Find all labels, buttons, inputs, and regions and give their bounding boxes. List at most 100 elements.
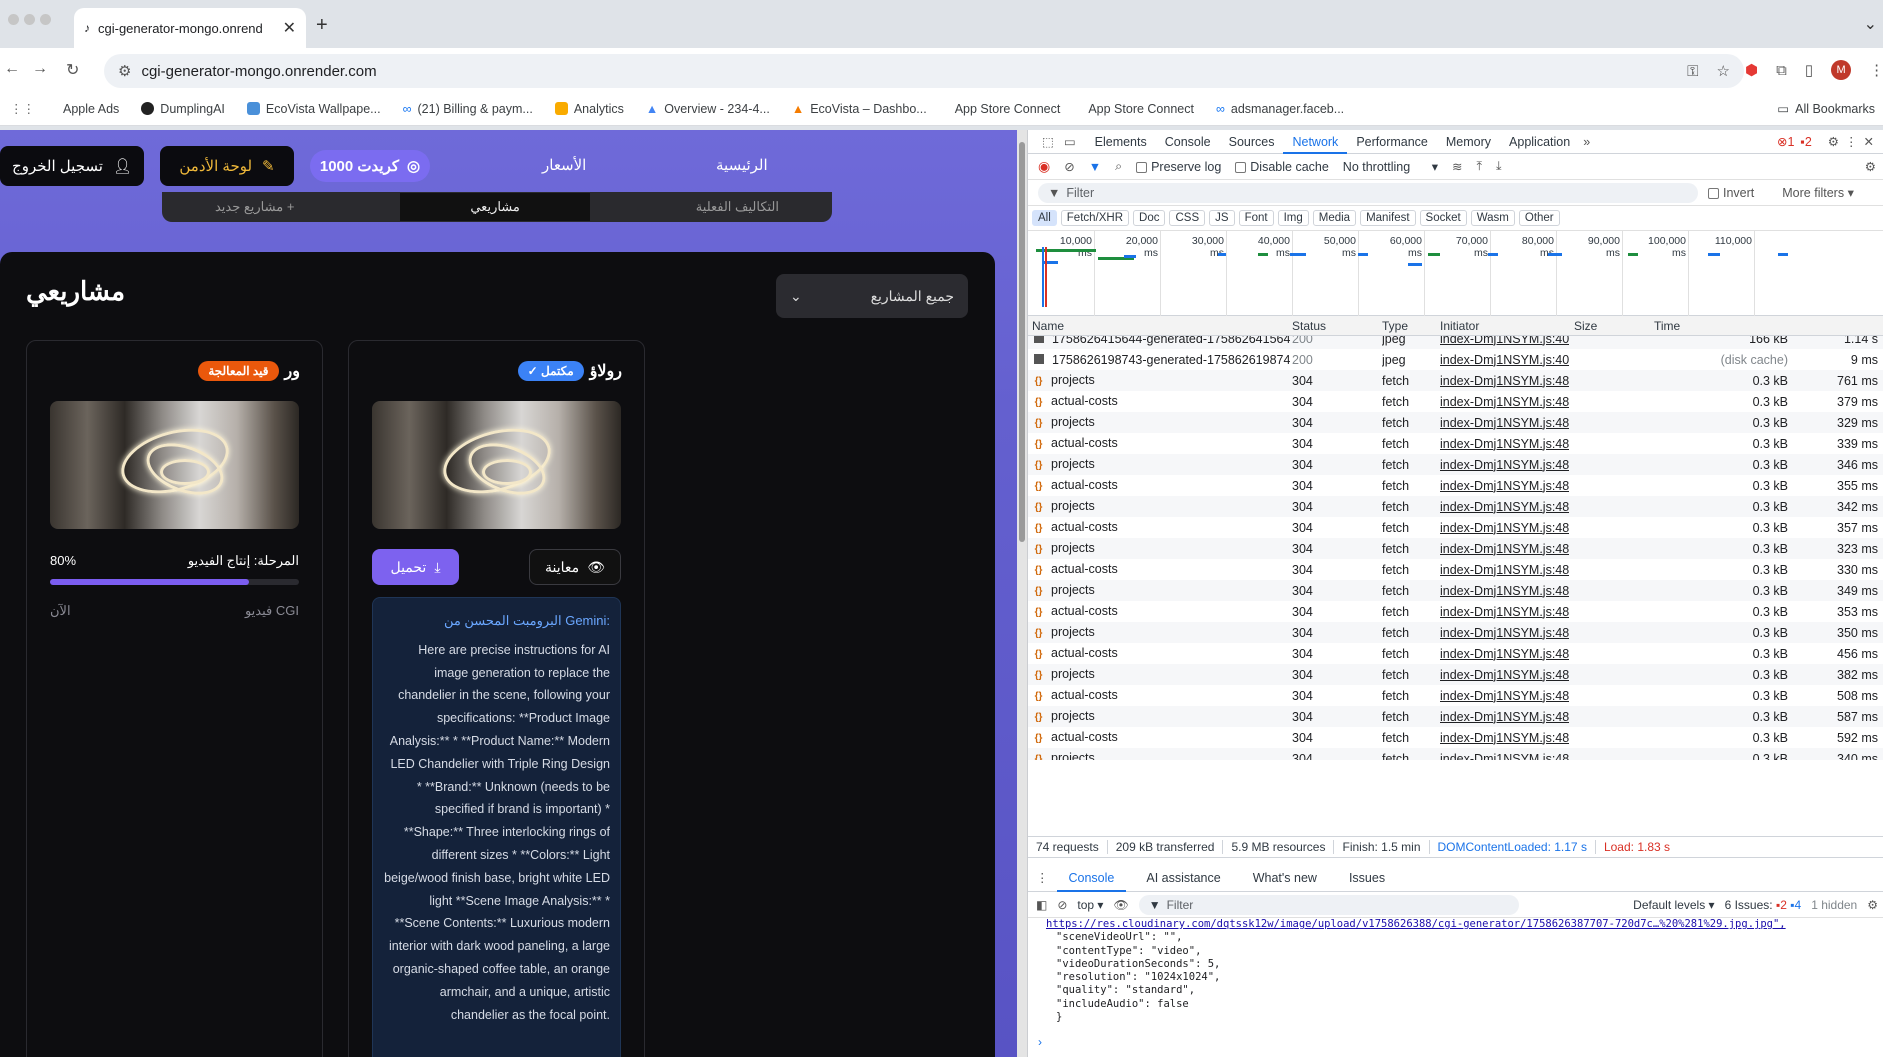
resource-type-filter[interactable]: Socket: [1419, 210, 1467, 226]
request-row[interactable]: {} actual-costs 304 fetch index-Dmj1NSYM.js:…: [1028, 391, 1883, 412]
initiator-link[interactable]: index-Dmj1NSYM.js:48: [1440, 479, 1569, 493]
network-timeline[interactable]: 10,000 ms 20,000 ms 30,000 ms 40,000 ms 50,0…: [1028, 230, 1883, 317]
page-scrollbar[interactable]: [1017, 130, 1027, 1057]
record-icon[interactable]: ◉: [1038, 158, 1050, 175]
reload-icon[interactable]: ↻: [66, 60, 79, 80]
network-filter-input[interactable]: ▼ Filter: [1038, 182, 1698, 203]
request-row[interactable]: {} projects 304 fetch index-Dmj1NSYM.js:48 0.…: [1028, 370, 1883, 391]
initiator-link[interactable]: index-Dmj1NSYM.js:48: [1440, 647, 1569, 661]
initiator-link[interactable]: index-Dmj1NSYM.js:48: [1440, 416, 1569, 430]
devtools-tab[interactable]: Application: [1500, 130, 1579, 154]
extension-shield-icon[interactable]: ⬢: [1745, 61, 1758, 79]
initiator-link[interactable]: index-Dmj1NSYM.js:48: [1440, 437, 1569, 451]
device-toolbar-icon[interactable]: ▭: [1064, 134, 1076, 149]
window-close-dot[interactable]: [8, 14, 19, 25]
window-minimize-dot[interactable]: [24, 14, 35, 25]
preview-button[interactable]: معاينة 👁︎: [529, 549, 621, 585]
more-filters-button[interactable]: More filters ▾: [1782, 185, 1854, 200]
devtools-tab[interactable]: Network: [1283, 130, 1348, 154]
bookmark-item[interactable]: ▲ Overview - 234-4...: [646, 102, 770, 116]
initiator-link[interactable]: index-Dmj1NSYM.js:48: [1440, 689, 1569, 703]
resource-type-filter[interactable]: Img: [1277, 210, 1309, 226]
window-zoom-dot[interactable]: [40, 14, 51, 25]
request-row[interactable]: 1758626415644-generated-1758626415644.pn…: [1028, 336, 1883, 349]
request-row[interactable]: {} actual-costs 304 fetch index-Dmj1NSYM.js:…: [1028, 601, 1883, 622]
project-thumbnail[interactable]: [372, 401, 621, 529]
initiator-link[interactable]: index-Dmj1NSYM.js:48: [1440, 668, 1569, 682]
console-settings-icon[interactable]: ⚙: [1867, 898, 1883, 912]
resource-type-filter[interactable]: Manifest: [1360, 210, 1416, 226]
live-expression-icon[interactable]: 👁︎: [1113, 898, 1128, 912]
resource-type-filter[interactable]: Fetch/XHR: [1060, 210, 1130, 226]
request-row[interactable]: {} projects 304 fetch index-Dmj1NSYM.js:48 0.…: [1028, 706, 1883, 727]
initiator-link[interactable]: index-Dmj1NSYM.js:48: [1440, 521, 1569, 535]
back-icon[interactable]: ←: [4, 60, 20, 78]
nav-home-link[interactable]: الرئيسية: [716, 156, 768, 174]
bookmark-item[interactable]: App Store Connect: [1082, 102, 1194, 116]
initiator-link[interactable]: index-Dmj1NSYM.js:48: [1440, 458, 1569, 472]
initiator-link[interactable]: index-Dmj1NSYM.js:48: [1440, 731, 1569, 745]
request-row[interactable]: {} actual-costs 304 fetch index-Dmj1NSYM.js:…: [1028, 559, 1883, 580]
tab-my-projects[interactable]: مشاريعي: [400, 193, 590, 221]
request-row[interactable]: 1758626198743-generated-1758626198743.pn…: [1028, 349, 1883, 370]
request-row[interactable]: {} projects 304 fetch index-Dmj1NSYM.js:48 0.…: [1028, 496, 1883, 517]
column-header-status[interactable]: Status: [1292, 319, 1388, 333]
settings-gear-icon[interactable]: ⚙: [1828, 134, 1839, 149]
bookmark-item[interactable]: Apple Ads: [57, 102, 119, 116]
request-row[interactable]: {} projects 304 fetch index-Dmj1NSYM.js:48 0.…: [1028, 622, 1883, 643]
apps-grid-icon[interactable]: ⋮⋮: [10, 101, 35, 116]
column-header-name[interactable]: Name: [1032, 319, 1292, 333]
request-row[interactable]: {} actual-costs 304 fetch index-Dmj1NSYM.js:…: [1028, 433, 1883, 454]
drawer-tab[interactable]: What's new: [1241, 864, 1329, 892]
bookmark-item[interactable]: EcoVista Wallpape...: [246, 102, 381, 116]
extensions-icon[interactable]: ⧉: [1776, 62, 1787, 79]
devtools-menu-icon[interactable]: ⋮: [1845, 134, 1858, 149]
initiator-link[interactable]: index-Dmj1NSYM.js:48: [1440, 500, 1569, 514]
initiator-link[interactable]: index-Dmj1NSYM.js:48: [1440, 563, 1569, 577]
warning-count[interactable]: ▪2: [1800, 135, 1811, 149]
project-thumbnail[interactable]: [50, 401, 299, 529]
devtools-tab[interactable]: Sources: [1220, 130, 1284, 154]
initiator-link[interactable]: index-Dmj1NSYM.js:40: [1440, 353, 1569, 367]
resource-type-filter[interactable]: Media: [1312, 210, 1357, 226]
devtools-tab[interactable]: Console: [1156, 130, 1220, 154]
bookmark-item[interactable]: App Store Connect: [949, 102, 1061, 116]
tab-new-project[interactable]: مشاريع جديد +: [215, 199, 294, 215]
sidebar-toggle-icon[interactable]: ◧: [1036, 898, 1047, 912]
column-header-time[interactable]: Time: [1654, 319, 1734, 333]
resource-type-filter[interactable]: Font: [1238, 210, 1274, 226]
request-row[interactable]: {} projects 304 fetch index-Dmj1NSYM.js:48 0.…: [1028, 454, 1883, 475]
more-tabs-icon[interactable]: »: [1583, 135, 1590, 149]
devtools-tab[interactable]: Memory: [1437, 130, 1500, 154]
console-filter-input[interactable]: ▼ Filter: [1138, 894, 1519, 915]
request-row[interactable]: {} actual-costs 304 fetch index-Dmj1NSYM.js:…: [1028, 727, 1883, 748]
drawer-tab[interactable]: Issues: [1337, 864, 1397, 892]
export-har-icon[interactable]: ⤓: [1496, 159, 1502, 174]
request-row[interactable]: {} projects 304 fetch index-Dmj1NSYM.js:48 0.…: [1028, 538, 1883, 559]
initiator-link[interactable]: index-Dmj1NSYM.js:40: [1440, 336, 1569, 346]
resource-type-filter[interactable]: Other: [1518, 210, 1560, 226]
request-row[interactable]: {} actual-costs 304 fetch index-Dmj1NSYM.js:…: [1028, 685, 1883, 706]
request-row[interactable]: {} projects 304 fetch index-Dmj1NSYM.js:48 0.…: [1028, 664, 1883, 685]
profile-avatar[interactable]: M: [1831, 60, 1852, 80]
request-row[interactable]: {} projects 304 fetch index-Dmj1NSYM.js:48 0.…: [1028, 580, 1883, 601]
bookmark-item[interactable]: DumplingAI: [141, 102, 225, 116]
resource-type-filter[interactable]: Wasm: [1470, 210, 1515, 226]
filter-funnel-icon[interactable]: ▼: [1089, 160, 1101, 174]
scrollbar-thumb[interactable]: [1019, 142, 1025, 542]
disable-cache-checkbox[interactable]: Disable cache: [1235, 160, 1329, 174]
bookmark-item[interactable]: Analytics: [554, 102, 624, 116]
devtools-tab[interactable]: Performance: [1347, 130, 1437, 154]
resource-type-filter[interactable]: CSS: [1169, 210, 1206, 226]
throttling-select[interactable]: No throttling ▾: [1343, 159, 1438, 174]
initiator-link[interactable]: index-Dmj1NSYM.js:48: [1440, 710, 1569, 724]
tab-search-icon[interactable]: ⌄: [1864, 14, 1877, 34]
request-row[interactable]: {} projects 304 fetch index-Dmj1NSYM.js:48 0.…: [1028, 748, 1883, 760]
initiator-link[interactable]: index-Dmj1NSYM.js:48: [1440, 395, 1569, 409]
context-select[interactable]: top ▾: [1077, 898, 1103, 912]
all-bookmarks[interactable]: ▭ All Bookmarks: [1777, 101, 1883, 117]
drawer-tab[interactable]: Console: [1056, 864, 1127, 892]
clear-icon[interactable]: ⊘: [1064, 159, 1074, 174]
invert-checkbox[interactable]: Invert: [1708, 186, 1754, 200]
password-key-icon[interactable]: ⚿: [1687, 63, 1698, 80]
